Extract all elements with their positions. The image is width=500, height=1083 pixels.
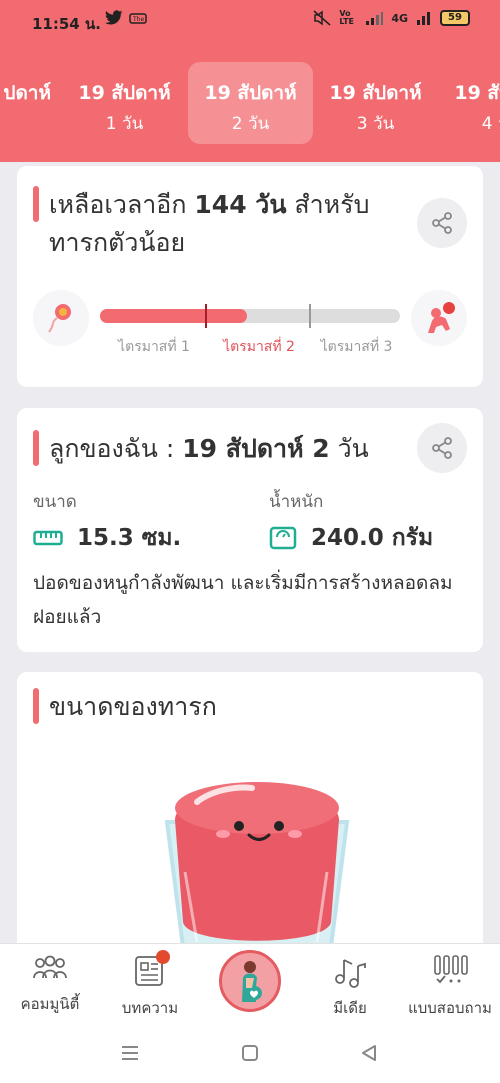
trimester-3-label: ไตรมาสที่ 3 xyxy=(320,339,393,355)
system-nav-bar xyxy=(0,1030,500,1083)
card-accent-bar xyxy=(33,430,39,466)
back-icon[interactable] xyxy=(360,1044,378,1062)
baby-title-suffix: วัน xyxy=(329,434,369,463)
week-tab-label: 19 สัปดาห์ xyxy=(329,82,422,104)
survey-icon xyxy=(434,955,468,984)
twitter-icon xyxy=(105,10,123,25)
header: 11:54 น. The Vo LTE 4G 59 ปดาห์ 19 สัปดา… xyxy=(0,0,500,162)
svg-text:The: The xyxy=(132,16,144,23)
week-tab-day: 2 วัน xyxy=(231,114,270,134)
baby-size-card: ขนาดของทารก xyxy=(17,672,483,964)
jelly-illustration xyxy=(157,772,357,964)
sperm-icon xyxy=(33,290,89,346)
trimester-2-label: ไตรมาสที่ 2 xyxy=(223,339,295,355)
baby-info-card: ลูกของฉัน : 19 สัปดาห์ 2 วัน ขนาด 15.3 ซ… xyxy=(17,408,483,652)
share-icon xyxy=(432,437,452,459)
nav-survey[interactable]: แบบสอบถาม xyxy=(400,954,500,1020)
nav-articles-label: บทความ xyxy=(121,999,179,1017)
size-value: 15.3 ซม. xyxy=(77,525,182,551)
battery-indicator: 59 xyxy=(440,10,470,26)
week-tabs: ปดาห์ 19 สัปดาห์ 1 วัน 19 สัปดาห์ 2 วัน … xyxy=(0,62,500,144)
mute-icon xyxy=(313,10,331,26)
nav-community-label: คอมมูนิตี้ xyxy=(20,995,80,1013)
nav-pregnancy-center[interactable] xyxy=(219,950,281,1012)
week-tab-day: 3 วัน xyxy=(356,114,395,134)
weight-label: น้ำหนัก xyxy=(269,492,324,512)
week-tab-label: 19 สัปดาห์ xyxy=(78,82,171,104)
countdown-line2: ทารกตัวน้อย xyxy=(49,228,186,257)
week-tab-19-1[interactable]: 19 สัปดาห์ 1 วัน xyxy=(62,62,187,144)
countdown-prefix: เหลือเวลาอีก xyxy=(49,190,195,219)
status-right-icons: Vo LTE 4G 59 xyxy=(313,10,470,26)
week-tab-19-3[interactable]: 19 สัปดาห์ 3 วัน xyxy=(313,62,438,144)
week-tab-label: 19 สัปดาห์ xyxy=(204,82,297,104)
weight-value: 240.0 กรัม xyxy=(311,525,434,551)
community-icon xyxy=(33,955,67,979)
countdown-suffix: สำหรับ xyxy=(286,190,370,219)
share-button[interactable] xyxy=(417,198,467,248)
current-week-marker xyxy=(205,304,207,328)
progress-fill xyxy=(100,309,247,323)
week-tab-19-4[interactable]: 19 สัปดาห์ 4 วัน xyxy=(438,62,500,144)
countdown-days: 144 วัน xyxy=(194,190,287,219)
home-icon[interactable] xyxy=(241,1044,259,1062)
baby-title-prefix: ลูกของฉัน : xyxy=(49,434,183,463)
card-accent-bar xyxy=(33,186,39,222)
trimester-progress xyxy=(100,304,400,328)
nav-survey-label: แบบสอบถาม xyxy=(408,999,492,1017)
music-icon xyxy=(335,959,366,988)
week-tab-prev[interactable]: ปดาห์ xyxy=(0,62,57,144)
notification-app-icon: The xyxy=(129,13,147,24)
share-button[interactable] xyxy=(417,423,467,473)
scale-icon xyxy=(269,526,297,550)
network-type: 4G xyxy=(391,11,408,25)
trimester-3-marker xyxy=(309,304,311,328)
trimester-1-label: ไตรมาสที่ 1 xyxy=(118,339,190,355)
baby-title-week: 19 สัปดาห์ 2 xyxy=(182,434,330,463)
share-icon xyxy=(432,212,452,234)
development-text: ปอดของหนูกำลังพัฒนา และเริ่มมีการสร้างหล… xyxy=(33,572,453,628)
week-tab-day: 1 วัน xyxy=(105,114,144,134)
week-tab-label: 19 สัปดาห์ xyxy=(454,82,500,104)
nav-community[interactable]: คอมมูนิตี้ xyxy=(0,954,100,1016)
card-accent-bar xyxy=(33,688,39,724)
size-label: ขนาด xyxy=(33,492,77,512)
nav-media-label: มีเดีย xyxy=(333,999,367,1017)
week-tab-day: 4 วัน xyxy=(481,114,500,134)
status-time: 11:54 น. xyxy=(32,15,101,33)
notification-badge xyxy=(156,950,170,964)
status-left-icons: The xyxy=(105,10,147,26)
nav-media[interactable]: มีเดีย xyxy=(300,954,400,1020)
week-tab-label: ปดาห์ xyxy=(3,82,51,104)
crawling-baby-icon xyxy=(411,290,467,346)
countdown-card: เหลือเวลาอีก 144 วัน สำหรับ ทารกตัวน้อย … xyxy=(17,166,483,387)
weight-stat: 240.0 กรัม xyxy=(269,520,433,556)
size-stat: 15.3 ซม. xyxy=(33,520,181,556)
pregnancy-center-icon xyxy=(242,961,262,1002)
week-tab-19-2[interactable]: 19 สัปดาห์ 2 วัน xyxy=(188,62,313,144)
nav-articles[interactable]: บทความ xyxy=(100,950,200,1020)
recent-apps-icon[interactable] xyxy=(120,1044,140,1062)
countdown-title: เหลือเวลาอีก 144 วัน สำหรับ ทารกตัวน้อย xyxy=(49,186,409,262)
volte-indicator: Vo LTE xyxy=(339,9,355,26)
ruler-icon xyxy=(33,530,63,546)
baby-title: ลูกของฉัน : 19 สัปดาห์ 2 วัน xyxy=(49,430,429,468)
status-bar: 11:54 น. The Vo LTE 4G 59 xyxy=(0,0,500,44)
signal-icon xyxy=(366,12,384,25)
size-card-title: ขนาดของทารก xyxy=(49,692,217,721)
signal-icon-2 xyxy=(417,12,430,25)
